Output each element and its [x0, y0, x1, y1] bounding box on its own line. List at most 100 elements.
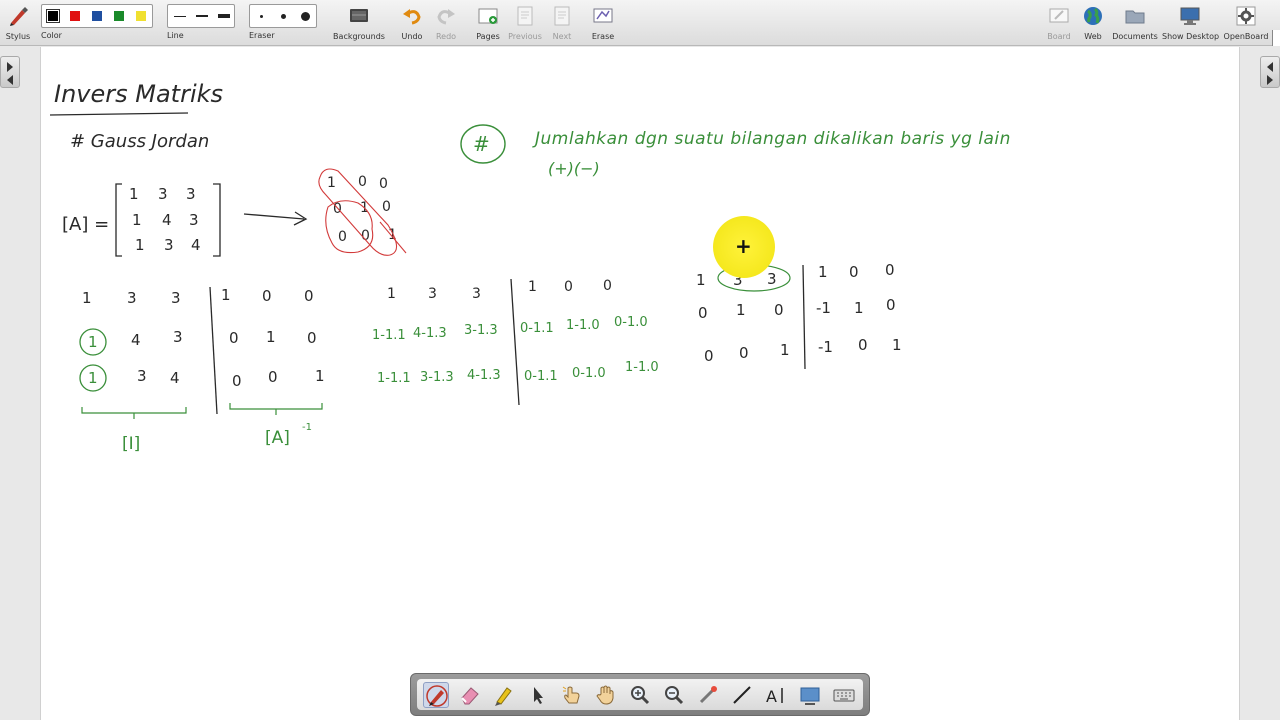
- openboard-button[interactable]: OpenBoard: [1222, 2, 1270, 44]
- web-button[interactable]: Web: [1080, 2, 1106, 44]
- aug2-right-cell: 0-1.1: [520, 321, 554, 336]
- zoom-out-icon: [665, 686, 684, 705]
- eraser-medium-option[interactable]: [281, 14, 286, 19]
- label-identity: [I]: [122, 434, 140, 454]
- pages-label: Pages: [476, 32, 500, 41]
- redo-icon: [437, 9, 455, 25]
- web-label: Web: [1084, 32, 1102, 41]
- color-red-swatch[interactable]: [70, 11, 80, 21]
- previous-button[interactable]: Previous: [507, 2, 543, 44]
- left-panel-toggle[interactable]: [0, 56, 20, 88]
- laser-pointer-icon: [699, 686, 717, 704]
- board-button[interactable]: Board: [1044, 2, 1074, 44]
- right-panel-toggle[interactable]: [1260, 56, 1280, 88]
- erase-button[interactable]: Erase: [588, 2, 618, 44]
- pointing-hand-icon: [562, 686, 580, 704]
- note-hash-mark: #: [473, 132, 490, 156]
- matrix-a-left-bracket: [115, 183, 122, 257]
- aug2-right-cell: 0-1.0: [572, 366, 606, 381]
- aug2-left-cell: 4-1.3: [467, 368, 501, 383]
- highlighter-icon: [495, 687, 512, 706]
- previous-label: Previous: [508, 32, 542, 41]
- monitor-icon: [1180, 7, 1200, 25]
- zoom-in-tool-button[interactable]: [627, 682, 653, 708]
- pages-button[interactable]: Pages: [472, 2, 504, 44]
- stylus-button[interactable]: Stylus: [2, 2, 34, 44]
- previous-page-icon: [517, 6, 533, 26]
- text-icon: A: [766, 687, 783, 706]
- line-tool-button[interactable]: [729, 682, 755, 708]
- stylus-icon: [10, 7, 28, 26]
- aug2-right-cell: 0-1.0: [614, 315, 648, 330]
- aug3-left-cell: 0: [774, 301, 784, 319]
- label-inverse: [A]: [265, 428, 290, 448]
- aug3-right-cell: -1: [816, 299, 831, 317]
- aug1-left-cell: 4: [131, 331, 141, 349]
- aug1-right-cell: 1: [266, 328, 276, 346]
- tool-dock: A: [410, 673, 870, 716]
- aug3-right-cell: -1: [818, 338, 833, 356]
- undo-button[interactable]: Undo: [398, 2, 426, 44]
- matrix-a-cell: 1: [135, 236, 145, 254]
- color-green-swatch[interactable]: [114, 11, 124, 21]
- show-desktop-button[interactable]: Show Desktop: [1162, 2, 1219, 44]
- matrix-a-cell: 3: [158, 185, 168, 203]
- selector-tool-button[interactable]: [525, 682, 551, 708]
- zoom-out-tool-button[interactable]: [661, 682, 687, 708]
- brace-under-I: [81, 407, 187, 419]
- next-label: Next: [552, 32, 572, 41]
- hand-pan-tool-button[interactable]: [593, 682, 619, 708]
- highlighter-tool-button[interactable]: [491, 682, 517, 708]
- line-thin-option[interactable]: [174, 16, 186, 17]
- matrix-a-cell: 3: [189, 211, 199, 229]
- aug1-right-matrix: 1 0 0 0 1 0 0 0 1: [221, 286, 325, 390]
- line-medium-option[interactable]: [196, 15, 208, 17]
- color-yellow-swatch[interactable]: [136, 11, 146, 21]
- backgrounds-icon: [350, 9, 368, 22]
- color-blue-swatch[interactable]: [92, 11, 102, 21]
- matrix-a-label: [A] =: [62, 214, 109, 235]
- aug1-right-cell: 0: [304, 287, 314, 305]
- documents-button[interactable]: Documents: [1112, 2, 1158, 44]
- erase-label: Erase: [591, 32, 615, 41]
- aug1-left-cell: 3: [173, 328, 183, 346]
- aug2-left-cell: 3-1.3: [464, 323, 498, 338]
- color-black-swatch[interactable]: [46, 9, 60, 23]
- line-thick-option[interactable]: [218, 14, 230, 18]
- aug3-left-cell: 0: [704, 347, 714, 365]
- matrix-a-cell: 4: [191, 236, 201, 254]
- interact-tool-button[interactable]: [559, 682, 585, 708]
- aug3-right-cell: 1: [818, 263, 828, 281]
- matrix-a-cell: 3: [164, 236, 174, 254]
- identity-cell: 1: [327, 175, 336, 191]
- stylus-label: Stylus: [5, 32, 31, 41]
- next-button[interactable]: Next: [548, 2, 576, 44]
- line-width-group: [167, 4, 235, 28]
- identity-cell: 0: [338, 229, 347, 245]
- eraser-small-option[interactable]: [260, 15, 263, 18]
- laser-pointer-tool-button[interactable]: [695, 682, 721, 708]
- globe-icon: [1084, 7, 1102, 25]
- scrollbar-thumb[interactable]: [1272, 30, 1280, 46]
- aug1-divider: [209, 286, 218, 415]
- aug3-left-cell: 1: [736, 301, 746, 319]
- eraser-large-option[interactable]: [301, 12, 310, 21]
- aug1-right-cell: 0: [232, 372, 242, 390]
- aug1-left-cell: 4: [170, 369, 180, 387]
- redo-button[interactable]: Redo: [432, 2, 460, 44]
- handwriting-layer: Invers Matriks # Gauss Jordan [A] = 1 3 …: [49, 80, 1010, 454]
- virtual-keyboard-button[interactable]: [831, 682, 857, 708]
- pen-tool-button[interactable]: [423, 682, 449, 708]
- eraser-tool-button[interactable]: [457, 682, 483, 708]
- backgrounds-button[interactable]: Backgrounds: [333, 2, 385, 44]
- settings-gear-icon: [1236, 6, 1256, 26]
- hand-icon: [596, 685, 614, 705]
- capture-tool-button[interactable]: [797, 682, 823, 708]
- documents-label: Documents: [1112, 32, 1158, 41]
- screen-capture-icon: [800, 687, 820, 705]
- matrix-a-cell: 3: [186, 185, 196, 203]
- aug1-left-cell: 1: [82, 289, 92, 307]
- arrow-pointer-icon: [534, 687, 543, 704]
- text-tool-button[interactable]: A: [763, 682, 789, 708]
- aug2-right-matrix: 1 0 0: [528, 278, 612, 295]
